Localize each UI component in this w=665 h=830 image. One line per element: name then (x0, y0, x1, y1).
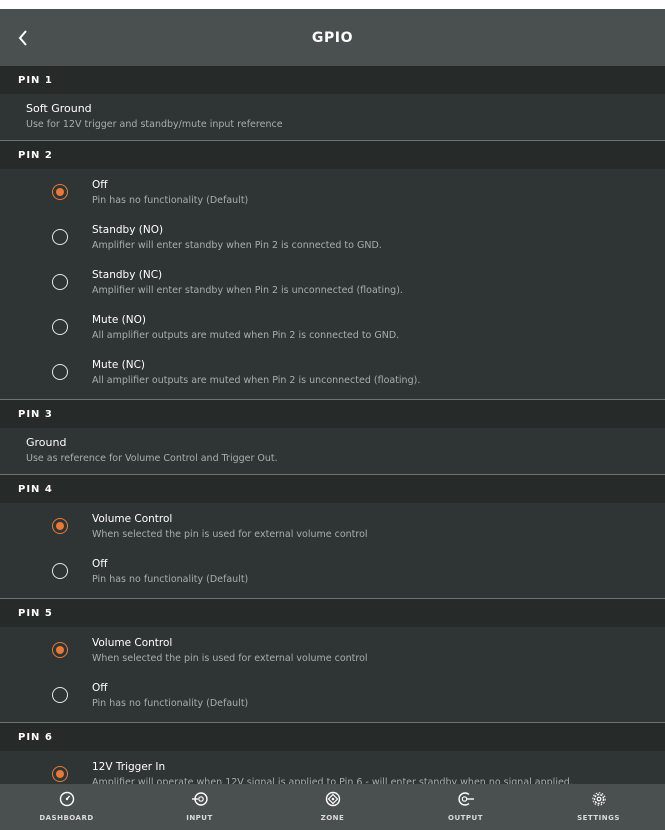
radio-button[interactable] (52, 687, 68, 703)
option-title: Mute (NO) (92, 314, 146, 326)
pin-6-options: 12V Trigger In Amplifier will operate wh… (0, 751, 665, 784)
radio-button[interactable] (52, 766, 68, 782)
pin-3-title: Ground (26, 436, 67, 449)
pin-2-option-standby-no[interactable]: Standby (NO) Amplifier will enter standb… (0, 216, 665, 261)
tab-label: DASHBOARD (39, 814, 94, 822)
option-title: Off (92, 558, 108, 570)
pin-3-desc: Use as reference for Volume Control and … (26, 453, 278, 464)
pin-4-options: Volume Control When selected the pin is … (0, 503, 665, 599)
radio-button[interactable] (52, 642, 68, 658)
radio-button[interactable] (52, 184, 68, 200)
pin-6-option-12v-trigger-in[interactable]: 12V Trigger In Amplifier will operate wh… (0, 753, 665, 784)
pin-5-option-off[interactable]: Off Pin has no functionality (Default) (0, 674, 665, 719)
tab-label: SETTINGS (577, 814, 620, 822)
pin-2-option-mute-no[interactable]: Mute (NO) All amplifier outputs are mute… (0, 306, 665, 351)
option-desc: All amplifier outputs are muted when Pin… (92, 330, 400, 341)
option-desc: All amplifier outputs are muted when Pin… (92, 375, 421, 386)
pin-6-header: PIN 6 (0, 723, 665, 751)
tab-dashboard[interactable]: DASHBOARD (0, 784, 133, 830)
option-title: Off (92, 682, 108, 694)
tab-settings[interactable]: SETTINGS (532, 784, 665, 830)
radio-button[interactable] (52, 229, 68, 245)
tab-label: ZONE (320, 814, 345, 822)
input-icon (191, 790, 209, 808)
tab-input[interactable]: INPUT (133, 784, 266, 830)
option-title: Standby (NC) (92, 269, 163, 281)
radio-button[interactable] (52, 518, 68, 534)
option-desc: Pin has no functionality (Default) (92, 574, 249, 585)
app-header: GPIO (0, 9, 665, 66)
pin-4-header: PIN 4 (0, 475, 665, 503)
pin-2-option-off[interactable]: Off Pin has no functionality (Default) (0, 171, 665, 216)
pin-1-desc: Use for 12V trigger and standby/mute inp… (26, 119, 283, 130)
status-strip (0, 0, 665, 9)
output-icon (457, 790, 475, 808)
tab-label: INPUT (186, 814, 213, 822)
option-desc: When selected the pin is used for extern… (92, 529, 368, 540)
option-title: 12V Trigger In (92, 761, 166, 773)
pin-2-option-standby-nc[interactable]: Standby (NC) Amplifier will enter standb… (0, 261, 665, 306)
pin-2-options: Off Pin has no functionality (Default) S… (0, 169, 665, 400)
tab-zone[interactable]: ZONE (266, 784, 399, 830)
radio-button[interactable] (52, 563, 68, 579)
option-desc: When selected the pin is used for extern… (92, 653, 368, 664)
pin-1-header: PIN 1 (0, 66, 665, 94)
pin-2-header: PIN 2 (0, 141, 665, 169)
option-desc: Pin has no functionality (Default) (92, 698, 249, 709)
tab-output[interactable]: OUTPUT (399, 784, 532, 830)
option-desc: Pin has no functionality (Default) (92, 195, 249, 206)
pin-5-option-volume-control[interactable]: Volume Control When selected the pin is … (0, 629, 665, 674)
pin-2-option-mute-nc[interactable]: Mute (NC) All amplifier outputs are mute… (0, 351, 665, 396)
bottom-tab-bar: DASHBOARD INPUT ZONE OUTPUT SETTINGS (0, 784, 665, 830)
option-desc: Amplifier will enter standby when Pin 2 … (92, 285, 403, 296)
dashboard-icon (58, 790, 76, 808)
settings-icon (590, 790, 608, 808)
tab-label: OUTPUT (448, 814, 483, 822)
radio-button[interactable] (52, 364, 68, 380)
back-button[interactable] (14, 27, 32, 49)
option-title: Standby (NO) (92, 224, 164, 236)
radio-button[interactable] (52, 274, 68, 290)
radio-button[interactable] (52, 319, 68, 335)
option-desc: Amplifier will enter standby when Pin 2 … (92, 240, 382, 251)
page-title: GPIO (311, 29, 354, 46)
pin-5-header: PIN 5 (0, 599, 665, 627)
pin-4-option-volume-control[interactable]: Volume Control When selected the pin is … (0, 505, 665, 550)
pin-1-info: Soft Ground Use for 12V trigger and stan… (0, 94, 665, 141)
pin-4-option-off[interactable]: Off Pin has no functionality (Default) (0, 550, 665, 595)
pin-3-info: Ground Use as reference for Volume Contr… (0, 428, 665, 475)
zone-icon (324, 790, 342, 808)
pin-3-header: PIN 3 (0, 400, 665, 428)
pin-5-options: Volume Control When selected the pin is … (0, 627, 665, 723)
option-title: Mute (NC) (92, 359, 146, 371)
chevron-left-icon (18, 29, 27, 46)
option-title: Off (92, 179, 108, 191)
gpio-settings-list: PIN 1 Soft Ground Use for 12V trigger an… (0, 66, 665, 784)
option-desc: Amplifier will operate when 12V signal i… (92, 777, 573, 784)
option-title: Volume Control (92, 513, 173, 525)
pin-1-title: Soft Ground (26, 102, 92, 115)
option-title: Volume Control (92, 637, 173, 649)
